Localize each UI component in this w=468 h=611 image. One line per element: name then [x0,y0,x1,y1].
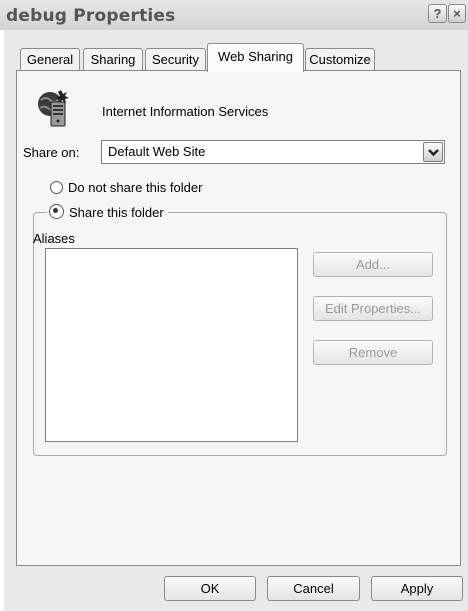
cancel-button[interactable]: Cancel [267,576,360,601]
help-button[interactable]: ? [428,4,447,23]
tab-customize[interactable]: Customize [305,48,375,71]
radio-do-not-share-label[interactable]: Do not share this folder [68,180,202,195]
tab-web-sharing[interactable]: Web Sharing [207,43,304,72]
iis-globe-server-icon [36,88,72,128]
share-on-select[interactable]: Default Web Site [101,140,445,164]
edit-properties-button[interactable]: Edit Properties... [313,296,433,321]
radio-share[interactable] [49,204,64,219]
chevron-down-icon [428,149,439,157]
tab-sharing[interactable]: Sharing [83,48,143,71]
service-label: Internet Information Services [102,104,269,119]
apply-button[interactable]: Apply [371,576,463,601]
radio-do-not-share[interactable] [50,181,63,194]
dropdown-button[interactable] [423,142,443,162]
add-button[interactable]: Add... [313,252,433,277]
radio-share-label[interactable]: Share this folder [69,205,164,220]
ok-button[interactable]: OK [164,576,256,601]
close-button[interactable]: × [448,4,466,23]
remove-button[interactable]: Remove [313,340,433,365]
aliases-label: Aliases [33,231,75,246]
window-title: debug Properties [6,6,176,26]
share-group-legend: Share this folder [47,204,168,221]
aliases-list[interactable] [45,248,298,442]
share-on-label: Share on: [23,145,80,160]
tab-general[interactable]: General [20,48,80,71]
tab-security[interactable]: Security [145,48,206,71]
share-on-value: Default Web Site [108,144,206,159]
